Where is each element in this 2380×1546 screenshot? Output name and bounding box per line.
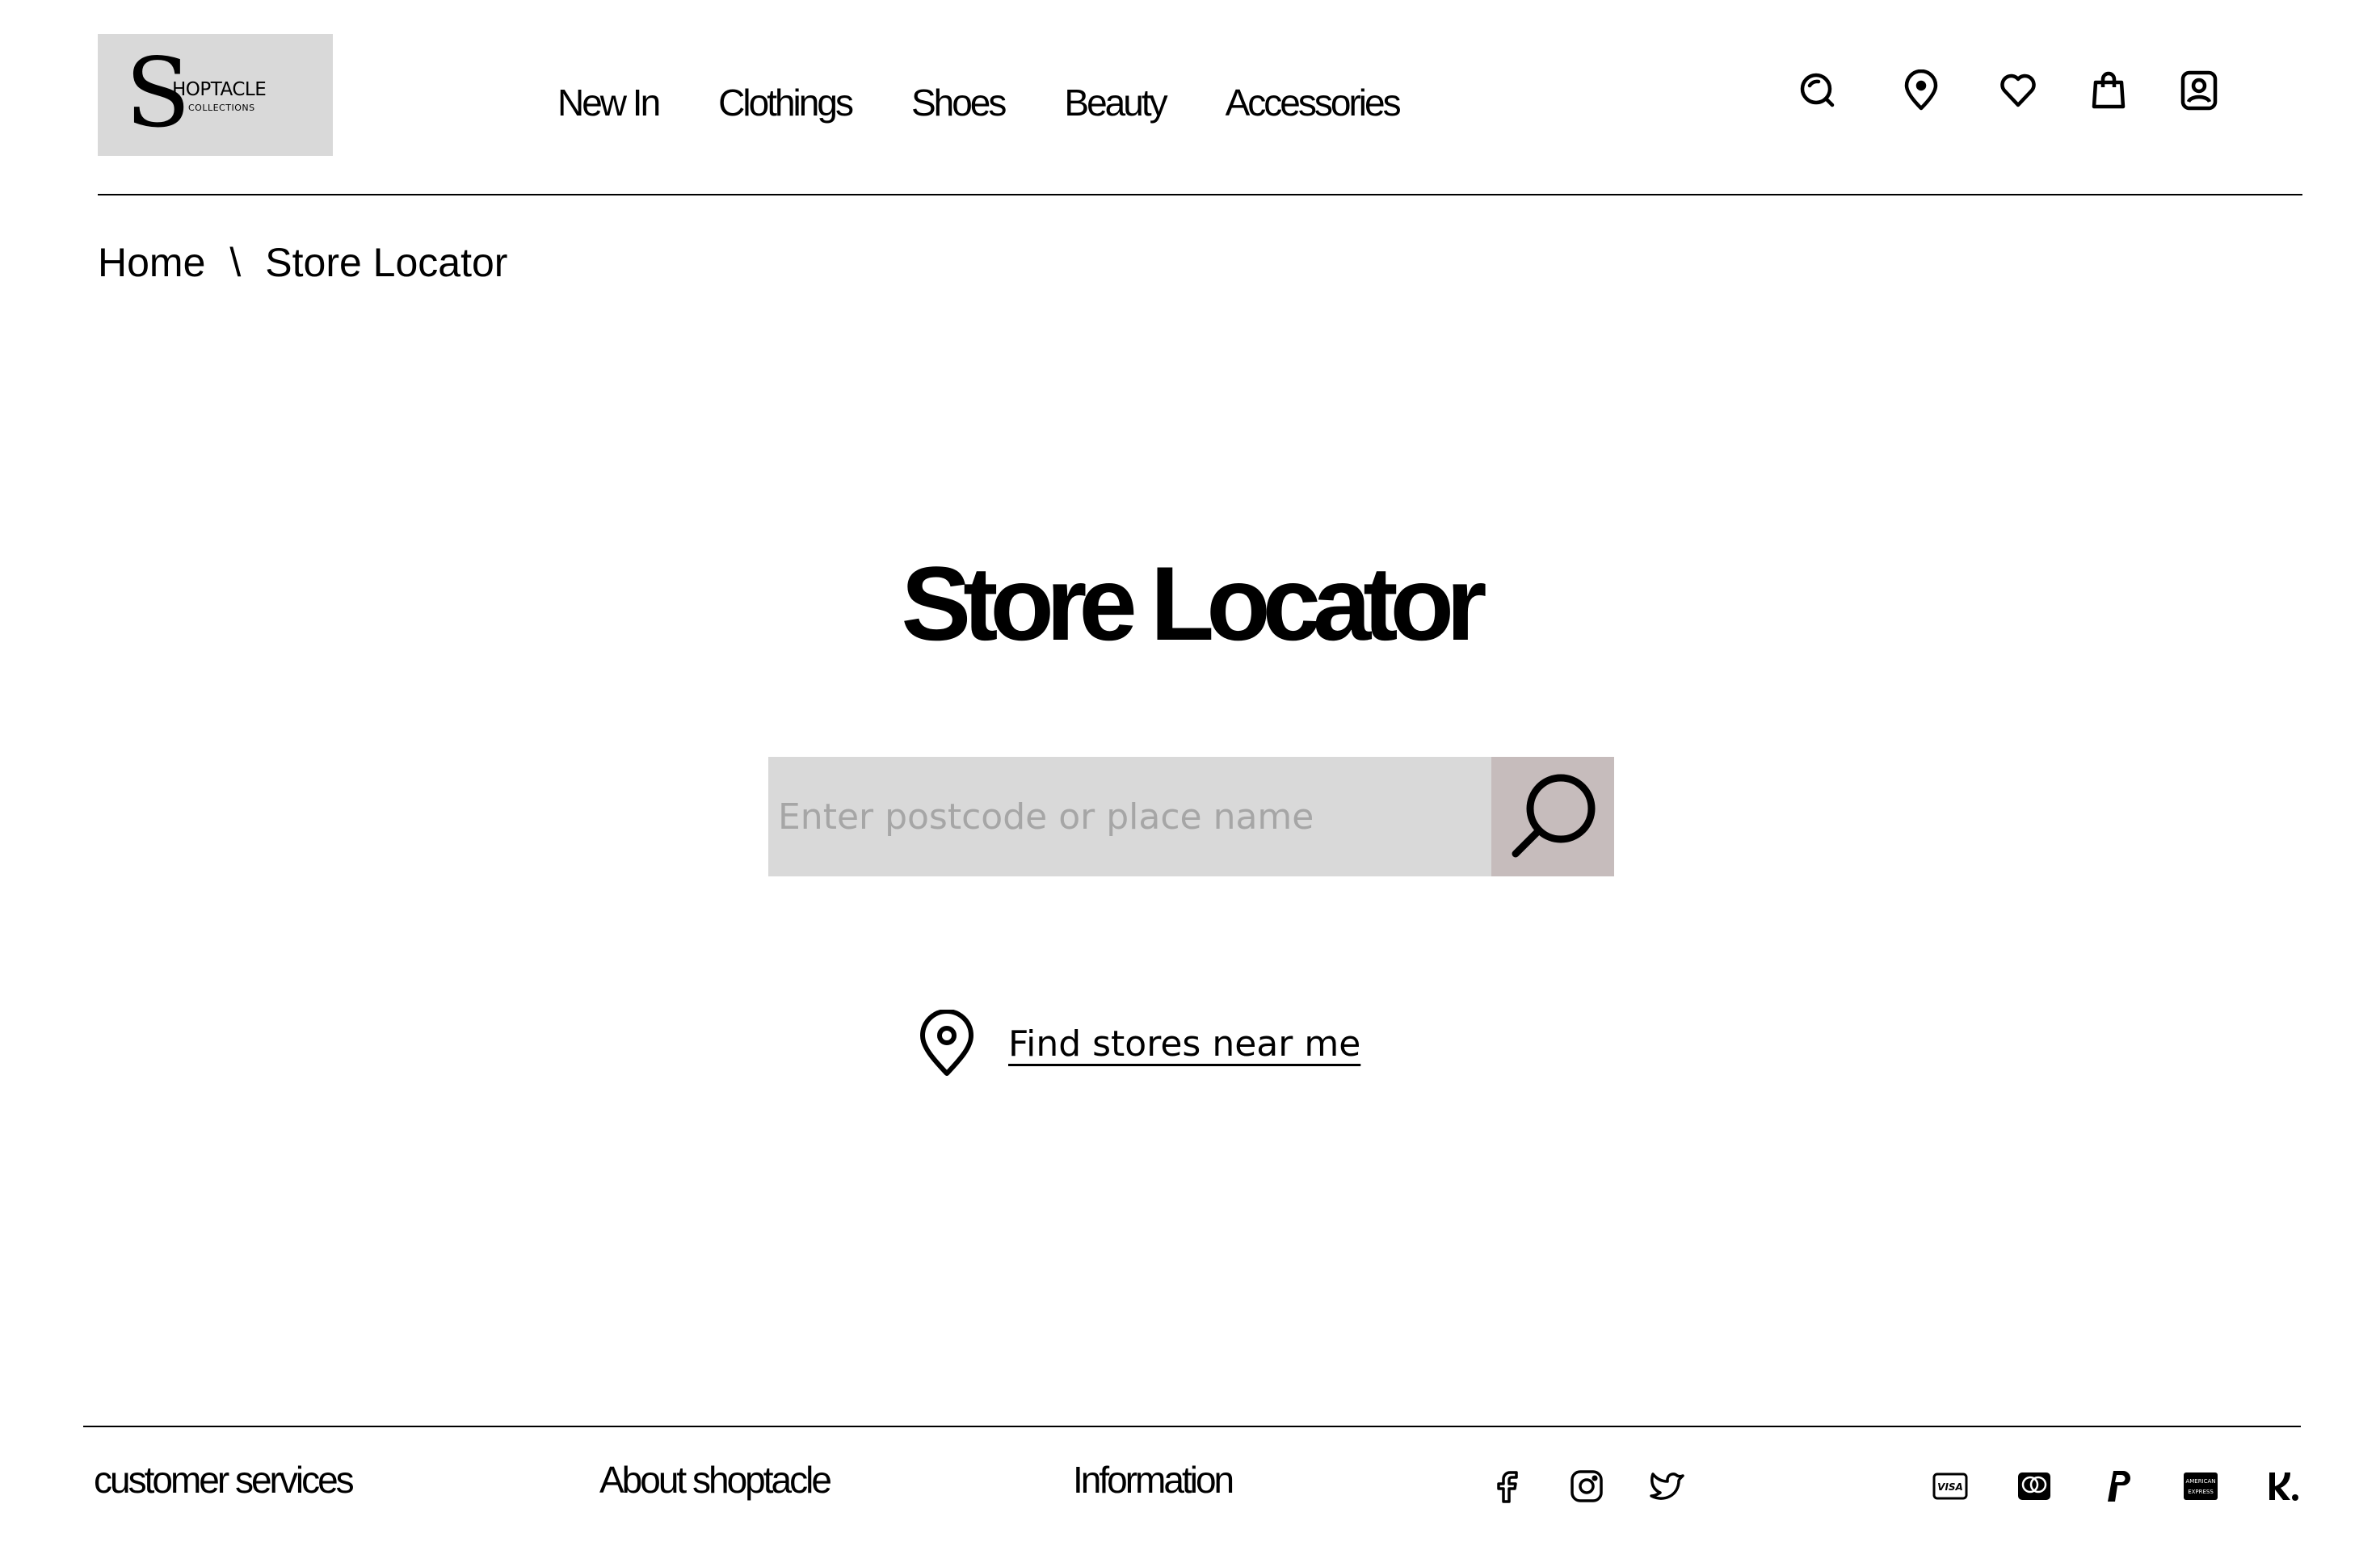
location-pin-icon xyxy=(920,1010,973,1076)
svg-text:EXPRESS: EXPRESS xyxy=(2188,1489,2214,1495)
site-logo[interactable]: S HOPTACLE COLLECTIONS xyxy=(98,34,333,156)
magnifier-icon xyxy=(1512,774,1596,858)
paypal-icon xyxy=(2097,1467,2136,1506)
twitter-icon[interactable] xyxy=(1648,1467,1687,1506)
footer-customer-services[interactable]: customer services xyxy=(94,1458,355,1502)
heart-icon[interactable] xyxy=(1994,66,2042,115)
nav-clothings[interactable]: Clothings xyxy=(718,81,854,124)
location-pin-icon[interactable] xyxy=(1897,66,1945,115)
store-locator-page: S HOPTACLE COLLECTIONS New In Clothings … xyxy=(0,0,2380,1546)
find-stores-near-me-link[interactable]: Find stores near me xyxy=(1008,1023,1360,1065)
nav-shoes[interactable]: Shoes xyxy=(911,81,1007,124)
breadcrumb-home[interactable]: Home xyxy=(98,239,205,286)
footer-information[interactable]: Information xyxy=(1073,1458,1234,1502)
logo-tagline: COLLECTIONS xyxy=(188,103,255,113)
postcode-search-input[interactable] xyxy=(768,757,1491,876)
footer-about[interactable]: About shoptacle xyxy=(599,1458,832,1502)
header-divider xyxy=(98,194,2302,195)
svg-text:AMERICAN: AMERICAN xyxy=(2185,1478,2215,1485)
visa-icon: VISA xyxy=(1931,1467,1970,1506)
breadcrumb: Home \ Store Locator xyxy=(98,239,507,286)
breadcrumb-current: Store Locator xyxy=(265,240,508,285)
svg-text:VISA: VISA xyxy=(1937,1481,1963,1493)
find-near-me: Find stores near me xyxy=(918,1010,1360,1078)
nav-beauty[interactable]: Beauty xyxy=(1064,81,1167,124)
logo-brand-name: HOPTACLE xyxy=(172,79,267,100)
nav-accessories[interactable]: Accessories xyxy=(1226,81,1402,124)
nav-new-in[interactable]: New In xyxy=(557,81,661,124)
store-search-bar xyxy=(768,757,1614,876)
instagram-icon[interactable] xyxy=(1567,1467,1606,1506)
breadcrumb-separator: \ xyxy=(229,240,242,285)
main-nav: New In Clothings Shoes Beauty Accessorie… xyxy=(557,81,1402,124)
shopping-bag-icon[interactable] xyxy=(2084,66,2133,115)
mastercard-icon xyxy=(2015,1467,2054,1506)
search-icon[interactable] xyxy=(1793,66,1842,115)
footer-divider xyxy=(83,1426,2301,1427)
facebook-icon[interactable] xyxy=(1488,1467,1527,1506)
account-icon[interactable] xyxy=(2175,66,2223,115)
page-title: Store Locator xyxy=(901,544,1486,662)
klarna-icon xyxy=(2262,1467,2301,1506)
search-submit-button[interactable] xyxy=(1491,757,1614,876)
amex-icon: AMERICAN EXPRESS xyxy=(2181,1467,2220,1506)
